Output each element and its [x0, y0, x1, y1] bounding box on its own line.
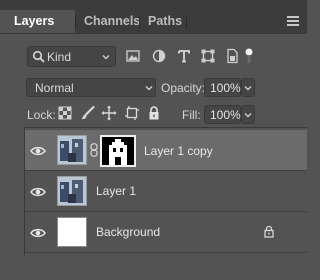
- filter-kind-select[interactable]: Kind: [27, 46, 116, 67]
- layer-row-layer-1[interactable]: Layer 1: [24, 171, 307, 212]
- filter-kind-label: Kind: [47, 50, 72, 64]
- layer-thumbnail: [57, 135, 87, 165]
- eye-icon[interactable]: [30, 227, 46, 239]
- layer-thumbnail: [57, 217, 87, 247]
- chevron-down-icon: [244, 113, 252, 118]
- divider: [24, 127, 307, 128]
- layer-name[interactable]: Layer 1 copy: [144, 144, 213, 158]
- tab-channels[interactable]: Channels: [84, 10, 140, 33]
- lock-icon[interactable]: [263, 225, 275, 238]
- pixel-layer-filter-icon[interactable]: [125, 48, 141, 64]
- mask-link-icon[interactable]: [90, 143, 98, 157]
- type-layer-filter-icon[interactable]: [176, 48, 192, 64]
- search-icon: [32, 50, 45, 63]
- tab-paths[interactable]: Paths: [148, 10, 182, 33]
- layer-row-layer-1-copy[interactable]: Layer 1 copy: [24, 130, 307, 171]
- divider: [24, 127, 25, 255]
- lock-position-icon[interactable]: [101, 105, 117, 121]
- lock-image-pixels-icon[interactable]: [80, 105, 96, 121]
- chevron-down-icon: [244, 86, 252, 91]
- opacity-field[interactable]: 100%: [204, 78, 241, 97]
- lock-artboard-icon[interactable]: [124, 105, 140, 121]
- panel-tab-bar: Layers Channels Paths: [0, 0, 307, 33]
- divider: [0, 33, 307, 34]
- adjustment-layer-filter-icon[interactable]: [151, 48, 167, 64]
- lock-transparent-pixels-icon[interactable]: [57, 105, 73, 121]
- opacity-label: Opacity:: [161, 81, 206, 95]
- eye-icon[interactable]: [30, 186, 46, 198]
- blend-mode-value: Normal: [35, 81, 74, 95]
- blend-mode-select[interactable]: Normal: [26, 78, 156, 97]
- fill-label: Fill:: [182, 108, 201, 122]
- opacity-slider-button[interactable]: [241, 78, 255, 97]
- chevron-down-icon: [102, 55, 110, 60]
- smart-object-filter-icon[interactable]: [224, 48, 240, 64]
- layer-mask-thumbnail[interactable]: [100, 135, 136, 167]
- panel-menu-icon[interactable]: [287, 16, 299, 26]
- layer-name[interactable]: Layer 1: [96, 184, 136, 198]
- layer-thumbnail: [57, 176, 87, 206]
- shape-layer-filter-icon[interactable]: [200, 48, 216, 64]
- tab-divider: [139, 15, 140, 29]
- eye-icon[interactable]: [30, 145, 46, 157]
- chevron-down-icon: [145, 86, 153, 91]
- layer-row-background[interactable]: Background: [24, 212, 307, 253]
- lock-label: Lock:: [27, 108, 56, 122]
- lock-all-icon[interactable]: [146, 105, 162, 121]
- tab-layers[interactable]: Layers: [0, 10, 75, 33]
- tab-divider: [75, 15, 76, 29]
- layer-name[interactable]: Background: [96, 225, 160, 239]
- fill-field[interactable]: 100%: [204, 105, 241, 124]
- filter-toggle-icon[interactable]: [244, 48, 254, 64]
- layers-panel: Layers Channels Paths Kind Normal Opacit…: [0, 0, 307, 280]
- tab-divider: [186, 15, 187, 29]
- fill-slider-button[interactable]: [241, 105, 255, 124]
